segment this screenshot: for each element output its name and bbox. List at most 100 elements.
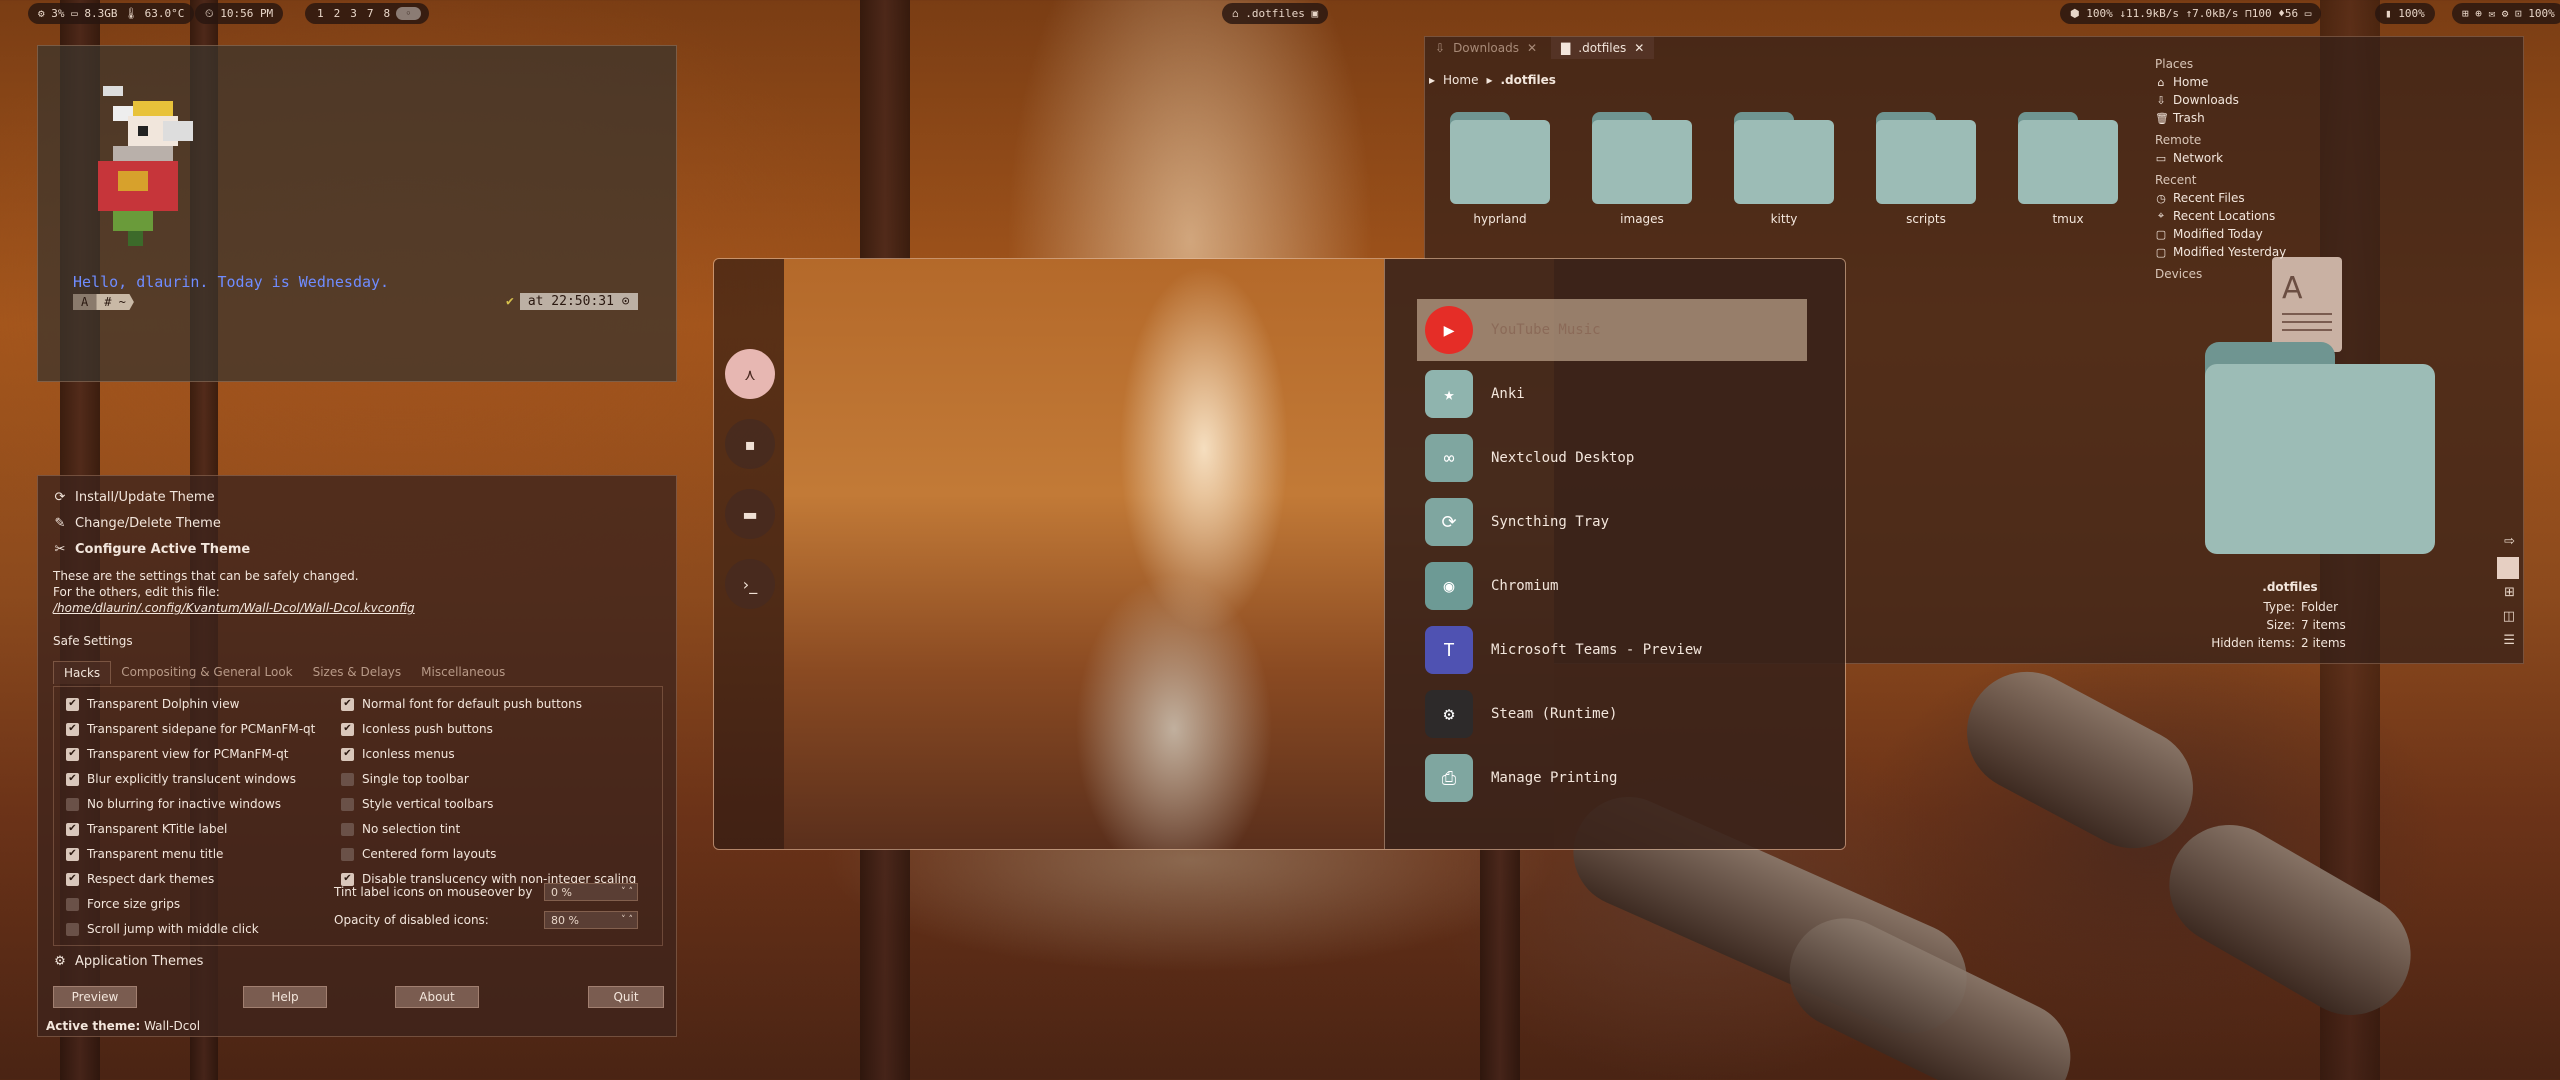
thumbnail-view-icon[interactable]	[2497, 557, 2519, 579]
tray[interactable]: ⊞ ⊕ ✉ ⚙ ⊡ 100%	[2452, 3, 2560, 24]
about-button[interactable]: About	[395, 986, 479, 1008]
checkbox-row[interactable]: Single top toolbar	[341, 772, 469, 786]
checkbox-checked-icon[interactable]: ✔	[66, 747, 79, 761]
open-icon[interactable]: ⇨	[2504, 534, 2515, 549]
checkbox-row[interactable]: No selection tint	[341, 822, 460, 836]
menu-application-themes[interactable]: ⚙ Application Themes	[53, 954, 203, 969]
modified-yesterday[interactable]: ▢ Modified Yesterday	[2155, 245, 2495, 259]
app-item[interactable]: ★ Anki	[1417, 363, 1807, 425]
close-icon[interactable]: ✕	[1527, 41, 1537, 55]
place-home[interactable]: ⌂ Home	[2155, 75, 2495, 89]
checkbox-row[interactable]: ✔ Transparent menu title	[66, 847, 223, 861]
menu-install-theme[interactable]: ⟳ Install/Update Theme	[53, 490, 215, 505]
tab-downloads[interactable]: ⇩ Downloads ✕	[1425, 37, 1547, 59]
menu-configure-theme[interactable]: ✂ Configure Active Theme	[53, 542, 251, 557]
place-network[interactable]: ▭ Network	[2155, 151, 2495, 165]
opacity-spinbox[interactable]: 80 % ˅ ˄	[544, 911, 638, 929]
help-button[interactable]: Help	[243, 986, 327, 1008]
spin-arrows-icon[interactable]: ˅ ˄	[621, 915, 633, 925]
checkbox-unchecked-icon[interactable]	[341, 822, 354, 836]
new-folder-icon[interactable]: ⊞	[2504, 585, 2515, 600]
config-file-link[interactable]: /home/dlaurin/.config/Kvantum/Wall-Dcol/…	[53, 600, 415, 616]
folder-item[interactable]: tmux	[2013, 112, 2123, 226]
menu-change-theme[interactable]: ✎ Change/Delete Theme	[53, 516, 221, 531]
crumb-dotfiles[interactable]: .dotfiles	[1501, 73, 1556, 87]
checkbox-unchecked-icon[interactable]	[341, 797, 354, 811]
checkbox-row[interactable]: ✔ Normal font for default push buttons	[341, 697, 582, 711]
workspace-active[interactable]: ◦	[396, 7, 421, 20]
kvantum-manager-window[interactable]: ⟳ Install/Update Theme ✎ Change/Delete T…	[37, 475, 677, 1037]
window-icon[interactable]: ▬	[725, 489, 775, 539]
checkbox-unchecked-icon[interactable]	[66, 897, 79, 911]
launcher-logo-icon[interactable]: ⋏	[725, 349, 775, 399]
place-trash[interactable]: 🗑 Trash	[2155, 111, 2495, 125]
app-item[interactable]: ◉ Chromium	[1417, 555, 1807, 617]
terminal-icon[interactable]: ›_	[725, 559, 775, 609]
modified-today[interactable]: ▢ Modified Today	[2155, 227, 2495, 241]
tab-miscellaneous[interactable]: Miscellaneous	[411, 661, 515, 684]
close-icon[interactable]: ✕	[1634, 41, 1644, 55]
preview-button[interactable]: Preview	[53, 986, 137, 1008]
checkbox-checked-icon[interactable]: ✔	[66, 772, 79, 786]
checkbox-checked-icon[interactable]: ✔	[66, 822, 79, 836]
checkbox-row[interactable]: ✔ Respect dark themes	[66, 872, 214, 886]
folder-item[interactable]: images	[1587, 112, 1697, 226]
app-item[interactable]: T Microsoft Teams - Preview	[1417, 619, 1807, 681]
checkbox-row[interactable]: Force size grips	[66, 897, 180, 911]
checkbox-checked-icon[interactable]: ✔	[66, 847, 79, 861]
app-launcher[interactable]: ⋏ ▪ ▬ ›_ ▶ YouTube Music ★ Anki ∞ Nextcloud D…	[713, 258, 1846, 850]
checkbox-checked-icon[interactable]: ✔	[341, 747, 354, 761]
place-downloads[interactable]: ⇩ Downloads	[2155, 93, 2495, 107]
checkbox-row[interactable]: Style vertical toolbars	[341, 797, 493, 811]
menu-icon[interactable]: ☰	[2503, 633, 2515, 648]
install-icon: ⟳	[54, 490, 66, 505]
workspace-1[interactable]: 1	[313, 7, 328, 20]
tab-compositing[interactable]: Compositing & General Look	[111, 661, 302, 684]
checkbox-row[interactable]: Scroll jump with middle click	[66, 922, 259, 936]
checkbox-row[interactable]: ✔ Transparent KTitle label	[66, 822, 227, 836]
checkbox-unchecked-icon[interactable]	[341, 847, 354, 861]
app-item[interactable]: ⟳ Syncthing Tray	[1417, 491, 1807, 553]
checkbox-row[interactable]: No blurring for inactive windows	[66, 797, 281, 811]
recent-files[interactable]: ◷ Recent Files	[2155, 191, 2495, 205]
checkbox-checked-icon[interactable]: ✔	[66, 872, 79, 886]
spin-arrows-icon[interactable]: ˅ ˄	[621, 887, 633, 897]
checkbox-unchecked-icon[interactable]	[341, 772, 354, 786]
clock[interactable]: ⏲ 10:56 PM	[195, 3, 284, 24]
split-view-icon[interactable]: ◫	[2503, 609, 2515, 624]
checkbox-row[interactable]: ✔ Iconless menus	[341, 747, 455, 761]
checkbox-checked-icon[interactable]: ✔	[341, 722, 354, 736]
checkbox-checked-icon[interactable]: ✔	[341, 697, 354, 711]
workspace-2[interactable]: 2	[330, 7, 345, 20]
crumb-home[interactable]: Home	[1443, 73, 1478, 87]
folder-item[interactable]: kitty	[1729, 112, 1839, 226]
checkbox-unchecked-icon[interactable]	[66, 922, 79, 936]
app-item[interactable]: ∞ Nextcloud Desktop	[1417, 427, 1807, 489]
checkbox-row[interactable]: ✔ Transparent Dolphin view	[66, 697, 239, 711]
terminal-window[interactable]: Hello, dlaurin. Today is Wednesday. A # …	[37, 45, 677, 382]
workspace-8[interactable]: 8	[380, 7, 395, 20]
quit-button[interactable]: Quit	[588, 986, 664, 1008]
checkbox-checked-icon[interactable]: ✔	[66, 722, 79, 736]
checkbox-row[interactable]: ✔ Iconless push buttons	[341, 722, 493, 736]
tint-spinbox[interactable]: 0 % ˅ ˄	[544, 883, 638, 901]
workspace-7[interactable]: 7	[363, 7, 378, 20]
recent-locations[interactable]: ⌖ Recent Locations	[2155, 209, 2495, 223]
app-item[interactable]: ⎙ Manage Printing	[1417, 747, 1807, 809]
checkbox-row[interactable]: ✔ Transparent view for PCManFM-qt	[66, 747, 288, 761]
checkbox-row[interactable]: Centered form layouts	[341, 847, 496, 861]
checkbox-checked-icon[interactable]: ✔	[66, 697, 79, 711]
checkbox-checked-icon[interactable]: ✔	[341, 872, 354, 886]
checkbox-row[interactable]: ✔ Blur explicitly translucent windows	[66, 772, 296, 786]
folder-icon[interactable]: ▪	[725, 419, 775, 469]
tab-hacks[interactable]: Hacks	[53, 661, 112, 684]
workspace-3[interactable]: 3	[346, 7, 361, 20]
checkbox-row[interactable]: ✔ Transparent sidepane for PCManFM-qt	[66, 722, 315, 736]
tab-sizes-delays[interactable]: Sizes & Delays	[303, 661, 412, 684]
folder-item[interactable]: scripts	[1871, 112, 1981, 226]
tab-dotfiles[interactable]: ▇ .dotfiles ✕	[1551, 37, 1655, 59]
app-item[interactable]: ⚙ Steam (Runtime)	[1417, 683, 1807, 745]
checkbox-unchecked-icon[interactable]	[66, 797, 79, 811]
folder-item[interactable]: hyprland	[1445, 112, 1555, 226]
app-item[interactable]: ▶ YouTube Music	[1417, 299, 1807, 361]
